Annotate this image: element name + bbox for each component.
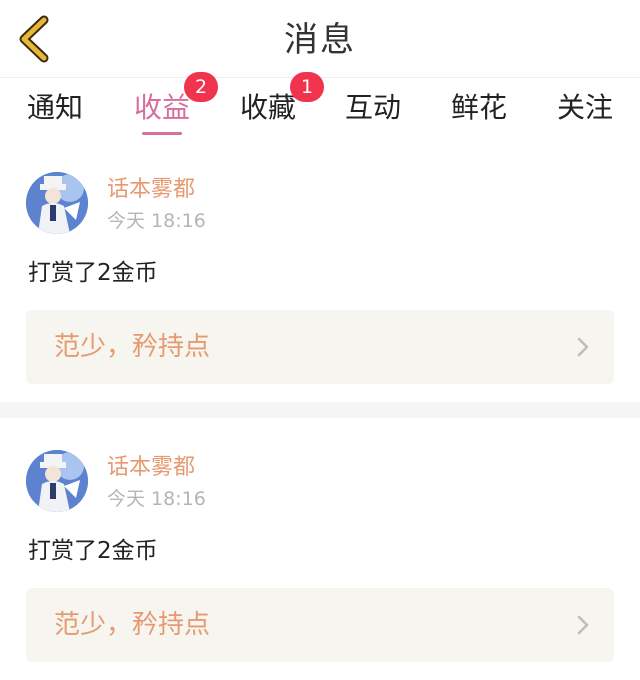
username[interactable]: 话本雾都 (107, 454, 195, 482)
quoted-content-text: 范少，矜持点 (54, 332, 211, 362)
timestamp: 今天 18:16 (107, 488, 206, 510)
tab-label: 鲜花 (450, 91, 507, 124)
timestamp: 今天 18:16 (107, 210, 206, 232)
quoted-content-text: 范少，矜持点 (54, 610, 211, 640)
header-bar: 消息 (0, 0, 640, 78)
tab-label: 关注 (556, 91, 613, 124)
chevron-right-icon (577, 615, 589, 635)
action-text: 打赏了2金币 (28, 260, 158, 286)
tab-favorites[interactable]: 收藏 1 (218, 72, 324, 136)
message-card: 话本雾都 今天 18:16 打赏了2金币 范少，矜持点 (0, 418, 640, 680)
quoted-content-link[interactable]: 范少，矜持点 (26, 588, 614, 662)
tab-following[interactable]: 关注 (535, 88, 635, 136)
tab-label: 通知 (26, 91, 83, 124)
tab-flowers[interactable]: 鲜花 (429, 88, 529, 136)
tab-label: 收益 (133, 91, 190, 124)
section-divider (0, 402, 640, 418)
active-tab-indicator (142, 132, 182, 135)
user-avatar-icon[interactable] (26, 450, 88, 512)
user-avatar-icon[interactable] (26, 172, 88, 234)
page-title: 消息 (284, 20, 356, 60)
tab-label: 互动 (344, 91, 401, 124)
username[interactable]: 话本雾都 (107, 176, 195, 204)
tab-label: 收藏 (239, 91, 296, 124)
tab-bar: 通知 收益 2 收藏 1 互动 鲜花 关注 (0, 72, 640, 140)
chevron-right-icon (577, 337, 589, 357)
message-card: 话本雾都 今天 18:16 打赏了2金币 范少，矜持点 (0, 140, 640, 402)
unread-badge: 2 (184, 72, 218, 102)
tab-interactions[interactable]: 互动 (323, 88, 423, 136)
tab-notifications[interactable]: 通知 (5, 88, 105, 136)
unread-badge: 1 (290, 72, 324, 102)
action-text: 打赏了2金币 (28, 538, 158, 564)
quoted-content-link[interactable]: 范少，矜持点 (26, 310, 614, 384)
message-list: 话本雾都 今天 18:16 打赏了2金币 范少，矜持点 话本雾都 今天 18:1… (0, 140, 640, 680)
tab-earnings[interactable]: 收益 2 (112, 72, 218, 136)
